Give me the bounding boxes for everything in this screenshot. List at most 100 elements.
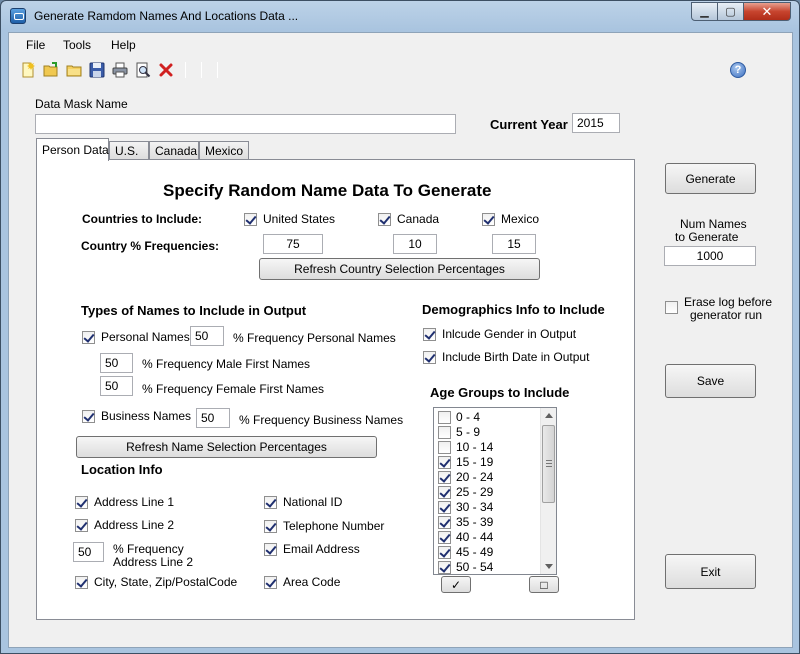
refresh-country-button[interactable]: Refresh Country Selection Percentages	[259, 258, 540, 280]
area-code-checkbox[interactable]: Area Code	[264, 575, 340, 589]
address-line-2-freq-label-2: Address Line 2	[113, 555, 194, 569]
checkbox-box[interactable]	[423, 327, 436, 341]
country-canada-checkbox[interactable]: Canada	[378, 212, 439, 226]
country-mexico-checkbox[interactable]: Mexico	[482, 212, 539, 226]
male-first-freq-input[interactable]	[100, 353, 133, 373]
age-group-item[interactable]: 30 - 34	[438, 500, 493, 514]
national-id-checkbox[interactable]: National ID	[264, 495, 342, 509]
folder-icon[interactable]	[66, 62, 82, 78]
checkbox-box[interactable]	[378, 212, 391, 226]
email-checkbox[interactable]: Email Address	[264, 542, 360, 556]
age-group-item[interactable]: 20 - 24	[438, 470, 493, 484]
checkbox-box[interactable]	[438, 470, 451, 484]
age-group-item[interactable]: 40 - 44	[438, 530, 493, 544]
personal-names-freq-input[interactable]	[190, 326, 224, 346]
menu-help[interactable]: Help	[111, 38, 136, 52]
us-freq-input[interactable]	[263, 234, 323, 254]
scroll-thumb[interactable]	[542, 425, 555, 503]
tab-us[interactable]: U.S.	[109, 141, 149, 160]
country-us-checkbox[interactable]: United States	[244, 212, 335, 226]
age-group-item[interactable]: 5 - 9	[438, 425, 480, 439]
address-line-1-checkbox[interactable]: Address Line 1	[75, 495, 174, 509]
checkbox-box[interactable]	[75, 495, 88, 509]
age-group-item[interactable]: 10 - 14	[438, 440, 493, 454]
clear-all-ages-button[interactable]: □	[529, 576, 559, 593]
tab-person-data[interactable]: Person Data	[36, 138, 109, 161]
canada-freq-input[interactable]	[393, 234, 437, 254]
new-icon[interactable]	[20, 62, 36, 78]
checkbox-box[interactable]	[438, 500, 451, 514]
country-us-label: United States	[263, 212, 336, 226]
age-list-scrollbar[interactable]	[540, 408, 556, 574]
checkbox-box[interactable]	[244, 212, 257, 226]
close-button[interactable]: ✕	[743, 2, 791, 21]
age-groups-list[interactable]: 0 - 4 5 - 9 10 - 14 15 - 19 20 - 24 25 -…	[433, 407, 557, 575]
checkbox-box[interactable]	[438, 455, 451, 469]
open-icon[interactable]	[43, 62, 59, 78]
scroll-down-icon[interactable]	[545, 564, 553, 569]
include-gender-checkbox[interactable]: Inlcude Gender in Output	[423, 327, 576, 341]
checkbox-box[interactable]	[264, 495, 277, 509]
personal-names-checkbox[interactable]: Personal Names	[82, 330, 190, 344]
age-group-item[interactable]: 35 - 39	[438, 515, 493, 529]
num-names-input[interactable]	[664, 246, 756, 266]
refresh-names-button[interactable]: Refresh Name Selection Percentages	[76, 436, 377, 458]
title-bar[interactable]: Generate Ramdom Names And Locations Data…	[1, 1, 799, 33]
checkbox-box[interactable]	[438, 410, 451, 424]
checkbox-box[interactable]	[82, 409, 95, 423]
checkbox-box[interactable]	[82, 330, 95, 344]
mexico-freq-input[interactable]	[492, 234, 536, 254]
print-icon[interactable]	[112, 62, 128, 78]
current-year-input[interactable]	[572, 113, 620, 133]
tab-canada[interactable]: Canada	[149, 141, 199, 160]
delete-icon[interactable]	[158, 62, 174, 78]
checkbox-box[interactable]	[438, 485, 451, 499]
help-icon[interactable]: ?	[730, 62, 746, 78]
data-mask-input[interactable]	[35, 114, 456, 134]
include-birth-date-label: Include Birth Date in Output	[442, 350, 590, 364]
scroll-up-icon[interactable]	[545, 413, 553, 418]
include-birth-date-checkbox[interactable]: Include Birth Date in Output	[423, 350, 589, 364]
checkbox-box[interactable]	[75, 575, 88, 589]
city-state-zip-checkbox[interactable]: City, State, Zip/PostalCode	[75, 575, 237, 589]
checkbox-box[interactable]	[264, 542, 277, 556]
age-group-label: 50 - 54	[456, 560, 494, 574]
checkbox-box[interactable]	[665, 301, 678, 314]
telephone-checkbox[interactable]: Telephone Number	[264, 519, 384, 533]
countries-label: Countries to Include:	[82, 212, 202, 226]
checkbox-box[interactable]	[438, 530, 451, 544]
age-group-item[interactable]: 15 - 19	[438, 455, 493, 469]
minimize-button[interactable]: ▁	[691, 2, 718, 21]
maximize-button[interactable]: ▢	[717, 2, 744, 21]
age-group-item[interactable]: 0 - 4	[438, 410, 480, 424]
checkbox-box[interactable]	[438, 545, 451, 559]
age-group-item[interactable]: 45 - 49	[438, 545, 493, 559]
age-group-item[interactable]: 50 - 54	[438, 560, 493, 574]
menu-tools[interactable]: Tools	[63, 38, 91, 52]
exit-button[interactable]: Exit	[665, 554, 756, 589]
save-button[interactable]: Save	[665, 364, 756, 398]
checkbox-box[interactable]	[438, 425, 451, 439]
checkbox-box[interactable]	[482, 212, 495, 226]
business-names-checkbox[interactable]: Business Names	[82, 409, 191, 423]
address-line-2-freq-input[interactable]	[73, 542, 104, 562]
address-line-2-checkbox[interactable]: Address Line 2	[75, 518, 174, 532]
checkbox-box[interactable]	[264, 575, 277, 589]
tab-mexico[interactable]: Mexico	[199, 141, 249, 160]
checkbox-box[interactable]	[264, 519, 277, 533]
checkbox-box[interactable]	[75, 518, 88, 532]
checkbox-box[interactable]	[438, 515, 451, 529]
erase-log-checkbox[interactable]	[665, 301, 678, 314]
person-data-panel: Specify Random Name Data To Generate Cou…	[36, 159, 635, 620]
print-preview-icon[interactable]	[135, 62, 151, 78]
menu-file[interactable]: File	[26, 38, 45, 52]
female-first-freq-input[interactable]	[100, 376, 133, 396]
checkbox-box[interactable]	[438, 440, 451, 454]
save-icon[interactable]	[89, 62, 105, 78]
checkbox-box[interactable]	[438, 560, 451, 574]
select-all-ages-button[interactable]: ✓	[441, 576, 471, 593]
checkbox-box[interactable]	[423, 350, 436, 364]
generate-button[interactable]: Generate	[665, 163, 756, 194]
business-names-freq-input[interactable]	[196, 408, 230, 428]
age-group-item[interactable]: 25 - 29	[438, 485, 493, 499]
